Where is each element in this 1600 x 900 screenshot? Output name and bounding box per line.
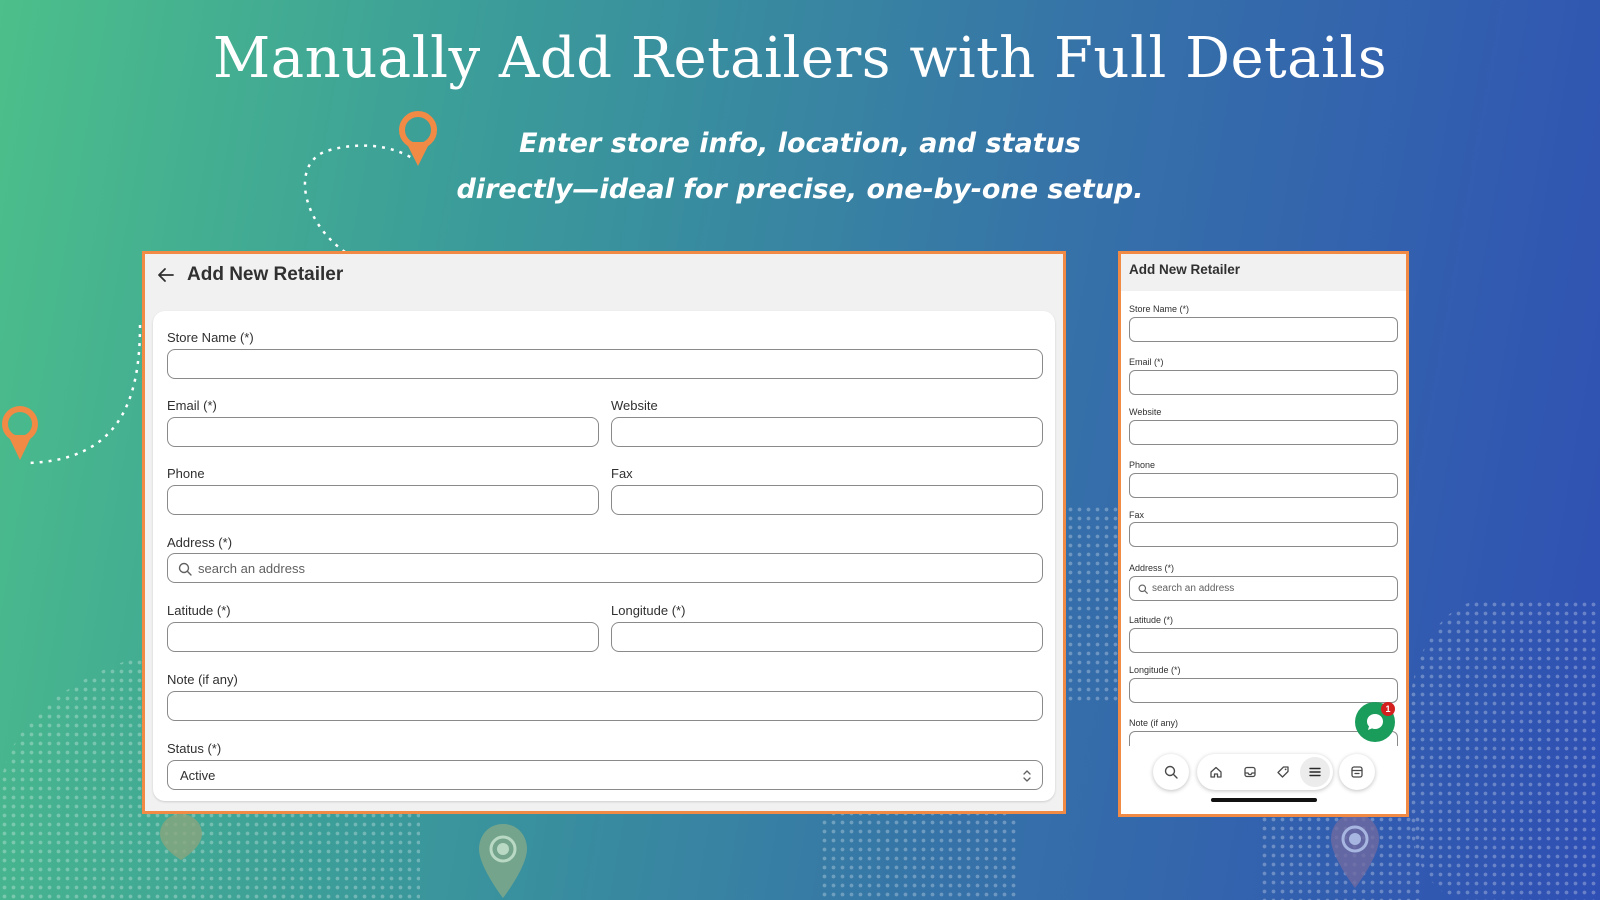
mobile-store-name-label: Store Name (*) — [1129, 304, 1190, 314]
mobile-form-panel: Add New Retailer Store Name (*) Email (*… — [1118, 251, 1409, 817]
search-icon — [1164, 765, 1178, 779]
mobile-latitude-input[interactable] — [1129, 628, 1398, 653]
latitude-input[interactable] — [167, 622, 599, 652]
note-input[interactable] — [167, 691, 1043, 721]
mobile-form-header: Add New Retailer — [1121, 254, 1406, 291]
select-chevron-icon — [1023, 770, 1031, 782]
inbox-icon[interactable] — [1243, 765, 1257, 779]
nav-store-button[interactable] — [1339, 754, 1375, 790]
store-icon — [1351, 766, 1363, 778]
mobile-address-search-input[interactable]: search an address — [1129, 576, 1398, 601]
mobile-bottom-nav — [1121, 746, 1406, 800]
latitude-label: Latitude (*) — [167, 603, 231, 618]
mobile-website-input[interactable] — [1129, 420, 1398, 445]
nav-pill-group — [1197, 754, 1333, 790]
desktop-form-panel: Add New Retailer Store Name (*) Email (*… — [142, 251, 1066, 814]
home-icon[interactable] — [1209, 765, 1223, 779]
search-icon — [1138, 584, 1148, 594]
page-subtitle-line-2: directly—ideal for precise, one-by-one s… — [456, 174, 1144, 205]
page-subtitle-line-1: Enter store info, location, and status — [519, 128, 1081, 159]
menu-icon[interactable] — [1308, 765, 1322, 779]
location-marker-icon — [160, 814, 202, 860]
chat-notification-badge: 1 — [1381, 702, 1395, 716]
address-placeholder: search an address — [198, 561, 305, 576]
phone-input[interactable] — [167, 485, 599, 515]
search-icon — [178, 562, 192, 576]
chat-bubble-icon — [1367, 714, 1383, 730]
address-label: Address (*) — [167, 535, 233, 550]
mobile-fax-label: Fax — [1129, 510, 1145, 520]
mobile-fax-input[interactable] — [1129, 522, 1398, 547]
store-name-input[interactable] — [167, 349, 1043, 379]
form-card: Store Name (*) Email (*) Website Phone F… — [153, 311, 1055, 801]
mobile-website-label: Website — [1129, 407, 1162, 417]
back-arrow-icon[interactable] — [155, 265, 177, 285]
mobile-phone-input[interactable] — [1129, 473, 1398, 498]
dotted-map-decoration — [820, 800, 1020, 900]
mobile-store-name-input[interactable] — [1129, 317, 1398, 342]
dotted-map-decoration — [1066, 505, 1118, 705]
location-marker-icon — [479, 824, 527, 898]
website-label: Website — [611, 398, 658, 413]
fax-input[interactable] — [611, 485, 1043, 515]
store-name-label: Store Name (*) — [167, 330, 254, 345]
mobile-phone-label: Phone — [1129, 460, 1156, 470]
phone-label: Phone — [167, 466, 205, 481]
map-pin-icon — [2, 406, 38, 460]
page-title: Manually Add Retailers with Full Details — [212, 26, 1388, 91]
mobile-email-label: Email (*) — [1129, 357, 1164, 367]
mobile-longitude-label: Longitude (*) — [1129, 665, 1181, 675]
email-input[interactable] — [167, 417, 599, 447]
home-indicator — [1211, 798, 1317, 802]
status-label: Status (*) — [167, 741, 222, 756]
address-search-input[interactable]: search an address — [167, 553, 1043, 583]
mobile-address-placeholder: search an address — [1152, 583, 1235, 594]
mobile-note-label: Note (if any) — [1129, 718, 1179, 728]
email-label: Email (*) — [167, 398, 217, 413]
note-label: Note (if any) — [167, 672, 238, 687]
desktop-form-header: Add New Retailer — [155, 260, 343, 290]
form-title: Add New Retailer — [187, 264, 344, 285]
longitude-label: Longitude (*) — [611, 603, 686, 618]
location-marker-icon — [1331, 814, 1379, 888]
mobile-longitude-input[interactable] — [1129, 678, 1398, 703]
mobile-form-title: Add New Retailer — [1129, 262, 1241, 277]
mobile-latitude-label: Latitude (*) — [1129, 615, 1174, 625]
fax-label: Fax — [611, 466, 633, 481]
nav-search-button[interactable] — [1153, 754, 1189, 790]
mobile-email-input[interactable] — [1129, 370, 1398, 395]
dotted-map-decoration — [1409, 600, 1600, 900]
longitude-input[interactable] — [611, 622, 1043, 652]
status-selected-value: Active — [180, 768, 216, 783]
mobile-address-label: Address (*) — [1129, 563, 1175, 573]
tag-icon[interactable] — [1276, 765, 1290, 779]
status-select[interactable]: Active — [167, 760, 1043, 790]
website-input[interactable] — [611, 417, 1043, 447]
